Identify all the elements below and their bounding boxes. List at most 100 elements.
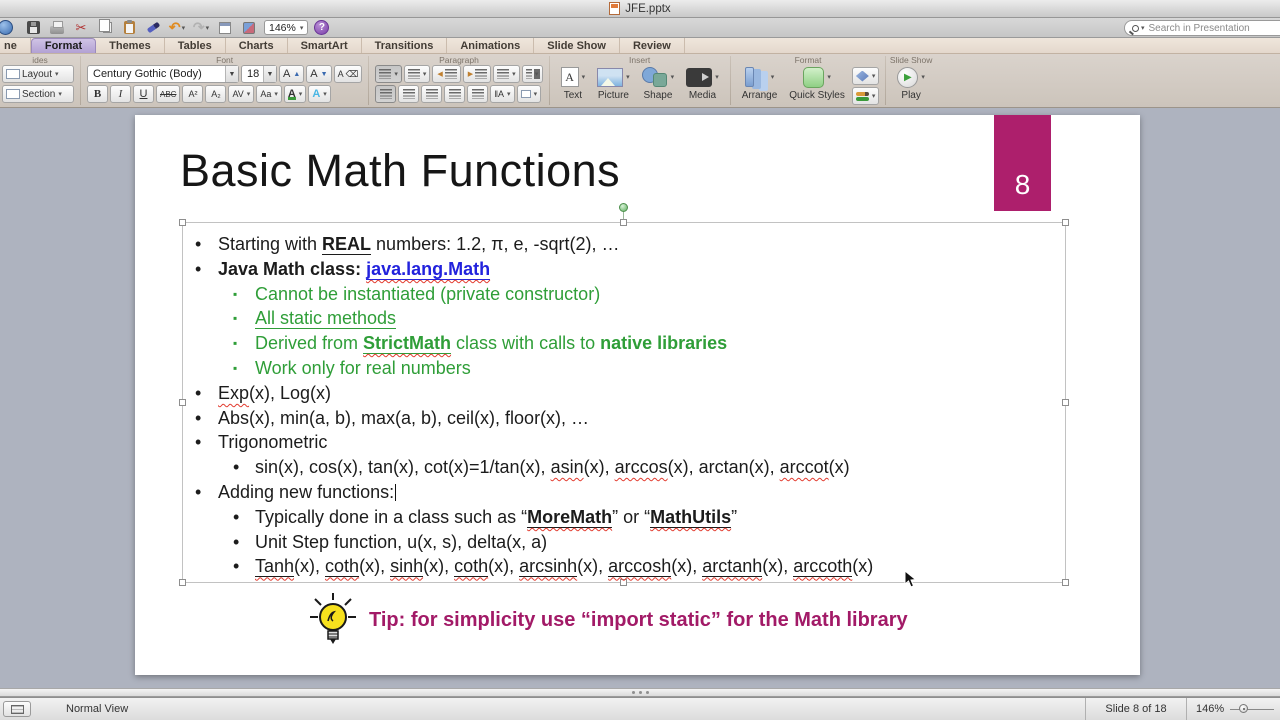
italic-button[interactable]: I [110,85,131,103]
shape-fill-button[interactable]: ▾ [851,67,880,85]
text-segment: Exp [218,382,250,403]
font-size-combo[interactable]: 18 ▼ [241,65,277,83]
character-spacing-button[interactable]: AV ▾ [228,85,255,103]
clear-formatting-button[interactable]: A ⌫ [333,65,363,83]
status-bar: Normal View Slide 8 of 18 146% [0,697,1280,720]
slideshow-group: Slide Show ▶ ▾ Play [886,54,936,107]
tab-slide-show[interactable]: Slide Show [534,38,620,53]
bullet-line: • Trigonometric [183,430,1065,455]
layout-button[interactable]: Layout ▾ [2,65,74,83]
text-direction-button[interactable]: ‖A ▾ [490,85,515,103]
insert-group: Insert A ▾ Text ▾ Picture ▾ Shape ▾ Media [550,54,730,107]
resize-handle[interactable] [620,219,627,226]
search-field[interactable]: ▾ Search in Presentation [1124,20,1280,36]
paste-button[interactable] [120,19,138,37]
text-segment: (x), [583,457,615,478]
zoom-slider-knob[interactable] [1239,704,1248,713]
text-segment: (x), Log(x) [249,382,332,403]
tab-review[interactable]: Review [620,38,685,53]
resize-handle[interactable] [620,579,627,586]
rotate-handle[interactable] [619,203,628,212]
zoom-slider[interactable] [1230,704,1274,713]
resize-handle[interactable] [179,219,186,226]
normal-view-button[interactable] [3,701,31,717]
columns-button[interactable]: ▾ [521,65,543,83]
toolbox-button[interactable] [216,19,234,37]
help-button[interactable]: ? [314,20,330,35]
strikethrough-button[interactable]: ABC [156,85,181,103]
text-segment: All static methods [255,308,397,330]
tab-transitions[interactable]: Transitions [362,38,448,53]
bullet-marker: • [195,407,202,428]
text-segment: (x), [294,556,326,577]
font-color-button[interactable]: A ▾ [283,85,307,103]
text-segment: coth [454,556,489,578]
tab-animations[interactable]: Animations [447,38,535,53]
change-case-button[interactable]: Aa ▾ [256,85,282,103]
line-spacing-button[interactable]: ▾ [493,65,520,83]
tab-ne[interactable]: ne [0,38,31,53]
insert-text-button[interactable]: A ▾ Text [556,65,591,101]
save-button[interactable] [24,19,42,37]
decrease-indent-button[interactable]: ◀ [432,65,461,83]
numbering-button[interactable]: ▾ [403,65,431,83]
slide-title[interactable]: Basic Math Functions [180,145,620,197]
resize-handle[interactable] [1062,579,1069,586]
undo-button[interactable]: ↶ ▾ [168,19,186,37]
format-painter-button[interactable] [144,19,162,37]
bold-button[interactable]: B [87,85,108,103]
redo-button[interactable]: ↷ ▾ [192,19,210,37]
arrange-button[interactable]: ▾ Arrange [737,65,783,101]
text-anchor-button[interactable]: ▾ [516,85,542,103]
paragraph-group: Paragraph ▾ ▾ ◀ ▶ ▾ ▾ ‖A ▾ ▾ [369,54,548,107]
bullets-button[interactable]: ▾ [375,65,402,83]
chevron-down-icon: ▾ [299,24,304,32]
tab-tables[interactable]: Tables [165,38,226,53]
resize-handle[interactable] [1062,219,1069,226]
superscript-button[interactable]: A² [182,85,204,103]
align-center-button[interactable] [398,85,420,103]
open-button[interactable] [0,19,18,37]
tab-themes[interactable]: Themes [96,38,165,53]
bullet-line: • Abs(x), min(a, b), max(a, b), ceil(x), … [183,406,1065,431]
ribbon-tabbar: ne Format Themes Tables Charts SmartArt Transi… [0,38,1280,54]
insert-picture-button[interactable]: ▾ Picture [592,65,635,101]
underline-button[interactable]: U [133,85,154,103]
justify-button[interactable] [444,85,466,103]
zoom-combo[interactable]: 146% ▾ [264,20,309,35]
distribute-text-button[interactable] [467,85,489,103]
increase-indent-button[interactable]: ▶ [462,65,492,83]
tab-smartart[interactable]: SmartArt [288,38,362,53]
text-segment: java.lang.Math [366,258,491,280]
tab-format[interactable]: Format [30,38,97,53]
font-name-combo[interactable]: Century Gothic (Body) ▼ [87,65,239,83]
bullet-marker: ▪ [233,311,238,326]
cut-button[interactable]: ✂ [72,19,90,37]
print-button[interactable] [48,19,66,37]
tab-charts[interactable]: Charts [226,38,288,53]
pane-splitter[interactable] [0,688,1280,697]
bullet-line: • Typically done in a class such as “More… [183,505,1065,530]
align-left-button[interactable] [375,85,397,103]
quick-styles-button[interactable]: ▾ Quick Styles [784,65,850,101]
grow-font-button[interactable]: A ▲ [279,65,305,83]
titlebar[interactable]: JFE.pptx [0,0,1280,18]
align-right-button[interactable] [421,85,443,103]
play-slideshow-button[interactable]: ▶ ▾ Play [892,65,930,101]
insert-media-button[interactable]: ▾ Media [681,65,724,101]
text-cursor [395,483,397,501]
media-browser-button[interactable] [240,19,258,37]
text-segment: Trigonometric [218,432,328,453]
resize-handle[interactable] [179,579,186,586]
shrink-font-button[interactable]: A ▼ [306,65,332,83]
copy-button[interactable] [96,19,114,37]
shape-line-button[interactable]: ▾ [851,87,880,105]
bullet-line: • Tanh(x), coth(x), sinh(x), coth(x), arc… [183,554,1065,579]
section-button[interactable]: Section ▾ [2,85,74,103]
insert-shape-button[interactable]: ▾ Shape [637,65,680,101]
subscript-button[interactable]: A₂ [205,85,227,103]
content-textbox[interactable]: • Starting with REAL numbers: 1.2, π, e, … [179,203,1069,586]
chevron-down-icon: ▼ [263,66,276,82]
slide-canvas[interactable]: Basic Math Functions 8 • Starting with RE… [135,115,1140,675]
text-effects-button[interactable]: A ▾ [308,85,331,103]
